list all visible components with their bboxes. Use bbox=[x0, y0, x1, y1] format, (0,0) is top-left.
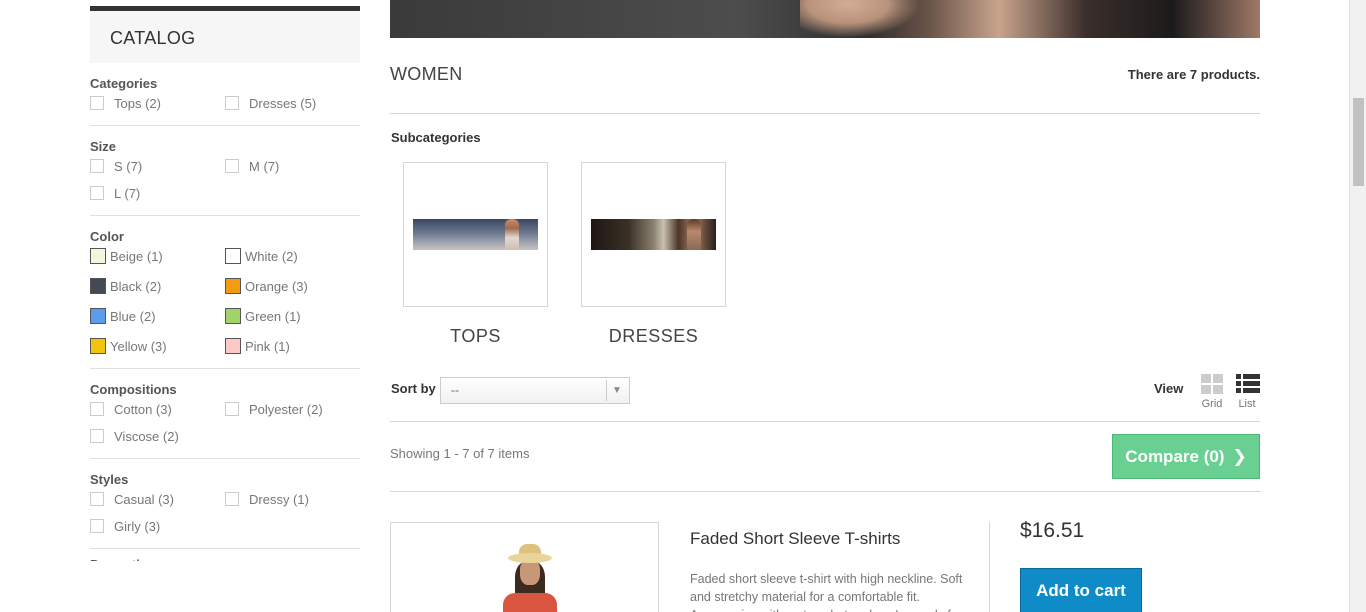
divider bbox=[390, 491, 1260, 492]
filter-color-beige[interactable]: Beige (1) bbox=[90, 246, 225, 266]
facet-color: Color Beige (1) White (2) Black (2) Orange … bbox=[90, 216, 360, 369]
checkbox[interactable] bbox=[90, 402, 104, 416]
product-description: Faded short sleeve t-shirt with high nec… bbox=[690, 572, 963, 612]
color-swatch[interactable] bbox=[225, 278, 241, 294]
facet-title: Size bbox=[90, 139, 117, 154]
divider bbox=[390, 113, 1260, 114]
product-count: There are 7 products. bbox=[1127, 67, 1260, 82]
checkbox[interactable] bbox=[90, 96, 104, 110]
filter-dresses[interactable]: Dresses (5) bbox=[225, 93, 360, 113]
facet-title: Color bbox=[90, 229, 124, 244]
filter-color-black[interactable]: Black (2) bbox=[90, 276, 225, 296]
filter-color-yellow[interactable]: Yellow (3) bbox=[90, 336, 225, 356]
filter-color-white[interactable]: White (2) bbox=[225, 246, 360, 266]
facet-categories: Categories Tops (2) Dresses (5) bbox=[90, 63, 360, 126]
page-scrollbar[interactable] bbox=[1349, 0, 1366, 612]
facet-styles: Styles Casual (3) Dressy (1) Girly (3) bbox=[90, 459, 360, 549]
catalog-title: CATALOG bbox=[90, 6, 360, 63]
color-swatch[interactable] bbox=[225, 248, 241, 264]
subcategory-link[interactable]: TOPS bbox=[403, 326, 548, 347]
facet-compositions: Compositions Cotton (3) Polyester (2) Vi… bbox=[90, 369, 360, 459]
facet-title: Categories bbox=[90, 76, 158, 91]
checkbox[interactable] bbox=[90, 492, 104, 506]
facet-size: Size S (7) M (7) L (7) bbox=[90, 126, 360, 216]
list-icon bbox=[1235, 374, 1260, 394]
checkbox[interactable] bbox=[225, 159, 239, 173]
view-label: View bbox=[1154, 381, 1184, 396]
filter-size-m[interactable]: M (7) bbox=[225, 156, 360, 176]
checkbox[interactable] bbox=[225, 402, 239, 416]
scrollbar-thumb[interactable] bbox=[1353, 98, 1364, 186]
compare-button[interactable]: Compare (0) ❯ bbox=[1112, 434, 1260, 479]
subcategory-image[interactable] bbox=[591, 219, 716, 250]
filter-color-orange[interactable]: Orange (3) bbox=[225, 276, 360, 296]
chevron-right-icon: ❯ bbox=[1232, 446, 1247, 466]
subcategories-title: Subcategories bbox=[391, 130, 481, 145]
subcategory-link[interactable]: DRESSES bbox=[581, 326, 726, 347]
subcategory-image[interactable] bbox=[413, 219, 538, 250]
color-swatch[interactable] bbox=[225, 308, 241, 324]
color-swatch[interactable] bbox=[90, 248, 106, 264]
filter-color-blue[interactable]: Blue (2) bbox=[90, 306, 225, 326]
view-grid-button[interactable]: Grid bbox=[1194, 374, 1230, 410]
filter-viscose[interactable]: Viscose (2) bbox=[90, 426, 225, 446]
color-swatch[interactable] bbox=[90, 338, 106, 354]
chevron-down-icon[interactable]: ▼ bbox=[606, 380, 627, 401]
color-swatch[interactable] bbox=[90, 308, 106, 324]
filter-color-green[interactable]: Green (1) bbox=[225, 306, 360, 326]
view-list-button[interactable]: List bbox=[1229, 374, 1265, 410]
filter-casual[interactable]: Casual (3) bbox=[90, 489, 225, 509]
page: CATALOG Categories Tops (2) Dresses (5) … bbox=[0, 0, 1366, 612]
add-to-cart-button[interactable]: Add to cart bbox=[1020, 568, 1142, 612]
facet-title-partial: Properties bbox=[90, 549, 360, 561]
checkbox[interactable] bbox=[90, 159, 104, 173]
category-title: WOMEN bbox=[390, 64, 463, 84]
pagination-summary: Showing 1 - 7 of 7 items bbox=[390, 446, 530, 461]
subcategory-image-frame[interactable] bbox=[403, 162, 548, 307]
subcategory-dresses[interactable]: DRESSES bbox=[581, 162, 726, 347]
checkbox[interactable] bbox=[90, 429, 104, 443]
subcategory-image-frame[interactable] bbox=[581, 162, 726, 307]
filter-polyester[interactable]: Polyester (2) bbox=[225, 399, 360, 419]
checkbox[interactable] bbox=[90, 186, 104, 200]
catalog-sidebar: CATALOG Categories Tops (2) Dresses (5) … bbox=[90, 6, 360, 561]
category-banner-image bbox=[390, 0, 1260, 38]
subcategory-tops[interactable]: TOPS bbox=[403, 162, 548, 347]
divider bbox=[989, 522, 990, 612]
product-name-link[interactable]: Faded Short Sleeve T-shirts bbox=[690, 529, 900, 549]
filter-color-pink[interactable]: Pink (1) bbox=[225, 336, 360, 356]
filter-tops[interactable]: Tops (2) bbox=[90, 93, 225, 113]
filter-dressy[interactable]: Dressy (1) bbox=[225, 489, 360, 509]
product-price: $16.51 bbox=[1020, 519, 1085, 542]
sort-label: Sort by bbox=[391, 381, 436, 396]
checkbox[interactable] bbox=[225, 492, 239, 506]
filter-girly[interactable]: Girly (3) bbox=[90, 516, 225, 536]
sort-select[interactable]: -- ▼ bbox=[440, 377, 630, 404]
product-image[interactable] bbox=[390, 522, 659, 612]
checkbox[interactable] bbox=[225, 96, 239, 110]
filter-size-s[interactable]: S (7) bbox=[90, 156, 225, 176]
checkbox[interactable] bbox=[90, 519, 104, 533]
grid-icon bbox=[1200, 374, 1224, 394]
divider bbox=[390, 421, 1260, 422]
facet-title: Compositions bbox=[90, 382, 177, 397]
color-swatch[interactable] bbox=[225, 338, 241, 354]
filter-size-l[interactable]: L (7) bbox=[90, 183, 225, 203]
filter-cotton[interactable]: Cotton (3) bbox=[90, 399, 225, 419]
facet-title: Styles bbox=[90, 472, 129, 487]
color-swatch[interactable] bbox=[90, 278, 106, 294]
